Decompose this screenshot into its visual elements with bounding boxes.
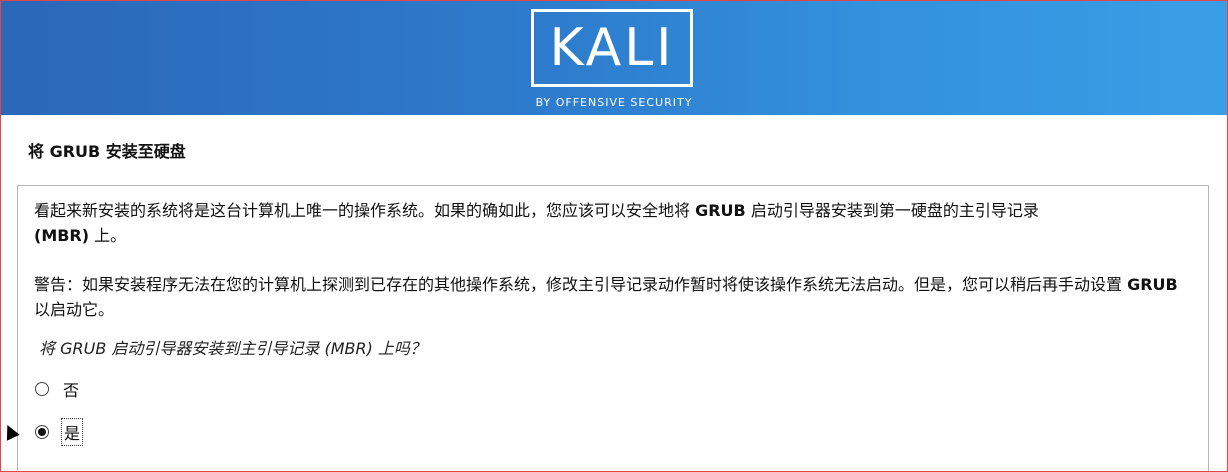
warning-text: 以启动它。 (34, 300, 115, 319)
description-text: 看起来新安装的系统将是这台计算机上唯一的操作系统。如果的确如此，您应该可以安全地… (34, 201, 696, 220)
question-text: 将 GRUB 启动引导器安装到主引导记录 (MBR) 上吗？ (39, 339, 426, 358)
option-no-label[interactable]: 否 (61, 376, 81, 402)
radio-yes[interactable] (35, 425, 49, 439)
grub-term: GRUB (1127, 275, 1178, 294)
option-no[interactable]: 否 (35, 377, 81, 401)
description-text: 启动引导器安装到第一硬盘的主引导记录 (745, 201, 1039, 220)
kali-banner: KALI BY OFFENSIVE SECURITY (1, 1, 1227, 115)
radio-no[interactable] (35, 382, 49, 396)
warning-text: 警告：如果安装程序无法在您的计算机上探测到已存在的其他操作系统，修改主引导记录动… (34, 275, 1128, 294)
warning-paragraph: 警告：如果安装程序无法在您的计算机上探测到已存在的其他操作系统，修改主引导记录动… (34, 272, 1194, 322)
grub-term: GRUB (695, 201, 746, 220)
content-panel: 看起来新安装的系统将是这台计算机上唯一的操作系统。如果的确如此，您应该可以安全地… (17, 185, 1209, 471)
page-title: 将 GRUB 安装至硬盘 (28, 142, 186, 161)
description-text: 上。 (89, 226, 127, 245)
option-yes-label[interactable]: 是 (61, 418, 84, 446)
mbr-term: (MBR) (34, 226, 90, 245)
option-yes[interactable]: 是 (35, 418, 84, 446)
logo-subtitle: BY OFFENSIVE SECURITY (535, 96, 693, 109)
logo-text: KALI (549, 18, 675, 78)
kali-logo: KALI (531, 9, 693, 87)
installer-window: KALI BY OFFENSIVE SECURITY 将 GRUB 安装至硬盘 … (0, 0, 1228, 472)
description-paragraph: 看起来新安装的系统将是这台计算机上唯一的操作系统。如果的确如此，您应该可以安全地… (34, 198, 1194, 248)
